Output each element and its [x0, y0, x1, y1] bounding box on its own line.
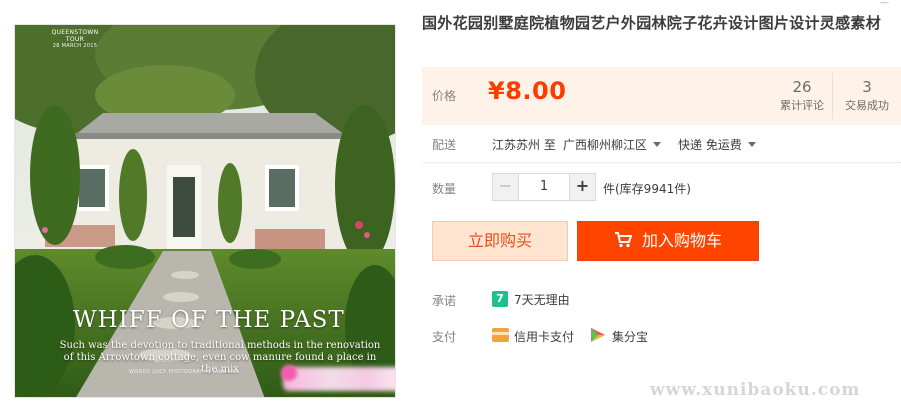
quantity-input[interactable]: 1: [519, 174, 569, 200]
payment-credit-card: 信用卡支付: [514, 330, 575, 344]
shipping-method-select[interactable]: 快递 免运费: [678, 136, 756, 153]
product-title: 国外花园别墅庭院植物园艺户外园林院子花卉设计图片设计灵感素材: [422, 14, 882, 32]
reviews-label: 累计评论: [780, 99, 824, 112]
shipping-method: 快递 免运费: [678, 138, 742, 152]
add-to-cart-button[interactable]: 加入购物车: [577, 221, 759, 261]
magazine-tag: QUEENSTOWN TOUR 28 MARCH 2015: [49, 29, 101, 50]
site-watermark: www.xunibaoku.com: [650, 380, 861, 400]
magazine-tag-label: QUEENSTOWN TOUR: [51, 29, 99, 43]
reviews-stat[interactable]: 26 累计评论: [772, 77, 832, 117]
stat-divider: [832, 73, 833, 119]
payment-jifenbao: 集分宝: [612, 330, 649, 344]
product-main-image[interactable]: QUEENSTOWN TOUR 28 MARCH 2015 WHIFF OF T…: [14, 24, 396, 398]
seven-day-return-icon: 7: [492, 291, 508, 307]
transactions-label: 交易成功: [845, 99, 889, 112]
cart-icon: [614, 231, 632, 247]
payment-label: 支付: [432, 330, 457, 344]
quantity-increase-button[interactable]: +: [569, 174, 595, 200]
corner-text: —: [880, 0, 889, 8]
credit-card-icon: [492, 328, 509, 342]
magazine-date: 28 MARCH 2015: [52, 43, 98, 49]
price-value: ¥8.00: [488, 77, 567, 105]
promise-label: 承诺: [432, 294, 457, 308]
photo-headline: WHIFF OF THE PAST: [73, 307, 345, 333]
photo-credits: WORDS LUCY PHOTOGRAPHS JANE USS: [129, 369, 240, 375]
product-detail-page: QUEENSTOWN TOUR 28 MARCH 2015 WHIFF OF T…: [0, 0, 901, 404]
delivery-destination: 广西柳州柳江区: [563, 138, 648, 152]
quantity-label: 数量: [432, 182, 457, 196]
blurred-watermark-logo: [281, 365, 297, 381]
chevron-down-icon: [653, 142, 662, 147]
divider: [422, 162, 901, 163]
add-to-cart-label: 加入购物车: [641, 231, 722, 250]
reviews-count: 26: [792, 78, 812, 96]
quantity-stepper: − 1 +: [492, 173, 596, 201]
delivery-origin: 江苏苏州 至: [492, 138, 556, 152]
chevron-down-icon: [747, 142, 756, 147]
price-panel: 价格 ¥8.00 26 累计评论 3 交易成功: [422, 67, 901, 125]
quantity-decrease-button[interactable]: −: [493, 174, 519, 200]
jifenbao-icon: [591, 328, 605, 342]
delivery-label: 配送: [432, 138, 457, 152]
buy-now-button[interactable]: 立即购买: [432, 221, 568, 261]
stock-text: 件(库存9941件): [603, 182, 691, 196]
promise-text[interactable]: 7天无理由: [514, 291, 570, 308]
delivery-destination-select[interactable]: 广西柳州柳江区: [563, 136, 662, 153]
transactions-count: 3: [862, 78, 872, 96]
price-label: 价格: [432, 89, 457, 103]
blurred-watermark: [283, 367, 395, 391]
transactions-stat[interactable]: 3 交易成功: [838, 77, 896, 117]
